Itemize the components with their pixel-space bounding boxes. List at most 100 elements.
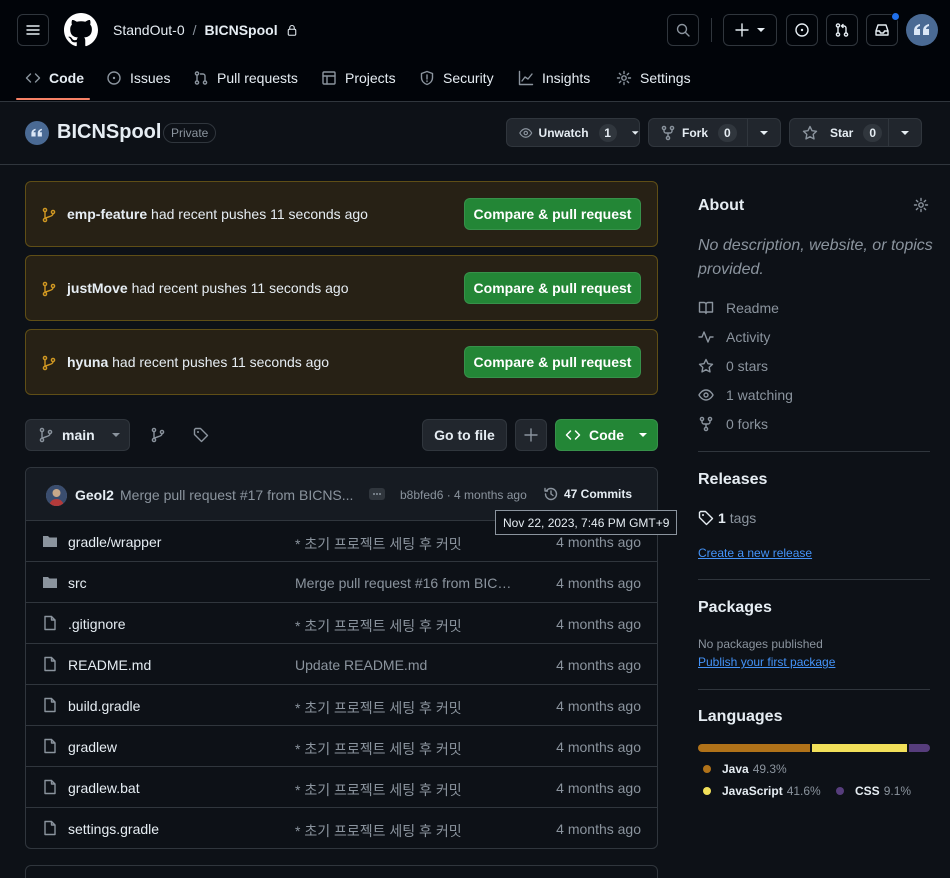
file-name[interactable]: gradle/wrapper	[68, 534, 161, 550]
avatar-quote-icon	[31, 128, 42, 137]
releases-heading[interactable]: Releases	[698, 471, 767, 489]
forks-link[interactable]: 0 forks	[698, 416, 768, 432]
commit-sha-time[interactable]: b8bfed6 · 4 months ago	[400, 488, 527, 502]
file-commit-message[interactable]: * 초기 프로젝트 세팅 후 커밋	[295, 780, 462, 800]
menu-button[interactable]	[17, 14, 49, 46]
file-icon	[44, 820, 56, 836]
fork-dropdown[interactable]	[748, 119, 780, 146]
caret-down-icon	[631, 130, 639, 135]
table-row[interactable]: src Merge pull request #16 from BICNS...…	[26, 562, 657, 603]
compare-pull-request-button[interactable]: Compare & pull request	[464, 272, 641, 304]
file-icon	[44, 779, 56, 795]
file-name[interactable]: src	[68, 575, 87, 591]
create-release-link[interactable]: Create a new release	[698, 546, 812, 560]
table-row[interactable]: gradlew * 초기 프로젝트 세팅 후 커밋 4 months ago	[26, 726, 657, 767]
tab-security[interactable]: Security	[419, 62, 494, 94]
tags-button[interactable]	[185, 419, 217, 451]
caret-down-icon	[760, 130, 768, 135]
global-header: StandOut-0 / BICNSpool Code Issues Pull …	[0, 0, 950, 102]
sidebar-divider	[698, 579, 930, 580]
file-date: 4 months ago	[556, 698, 641, 714]
file-name[interactable]: README.md	[68, 657, 151, 673]
pull-requests-button[interactable]	[826, 14, 858, 46]
file-commit-message[interactable]: Merge pull request #16 from BICNS...	[295, 575, 521, 591]
caret-down-icon	[901, 130, 909, 135]
commits-history-link[interactable]: 47 Commits	[543, 486, 632, 502]
file-icon	[44, 656, 56, 672]
tab-pull-requests[interactable]: Pull requests	[193, 62, 298, 94]
star-icon	[802, 125, 818, 140]
file-commit-message[interactable]: * 초기 프로젝트 세팅 후 커밋	[295, 698, 462, 718]
file-commit-message[interactable]: * 초기 프로젝트 세팅 후 커밋	[295, 739, 462, 759]
readme-box	[25, 865, 658, 878]
branch-name[interactable]: justMove	[67, 280, 128, 296]
watching-link[interactable]: 1 watching	[698, 387, 793, 403]
eye-icon	[519, 127, 533, 138]
language-bar-segment	[909, 744, 930, 752]
packages-heading[interactable]: Packages	[698, 599, 772, 617]
branch-selector[interactable]: main	[25, 419, 130, 451]
issues-button[interactable]	[786, 14, 818, 46]
stars-link[interactable]: 0 stars	[698, 358, 768, 374]
table-row[interactable]: .gitignore * 초기 프로젝트 세팅 후 커밋 4 months ag…	[26, 603, 657, 644]
language-percent: 41.6%	[786, 784, 821, 798]
file-name[interactable]: gradlew	[68, 739, 117, 755]
unwatch-label: Unwatch	[538, 125, 589, 140]
file-date: 4 months ago	[556, 534, 641, 550]
user-avatar[interactable]	[906, 14, 938, 46]
file-name[interactable]: settings.gradle	[68, 821, 159, 837]
owner-link[interactable]: StandOut-0	[113, 22, 185, 38]
file-commit-message[interactable]: * 초기 프로젝트 세팅 후 커밋	[295, 821, 462, 841]
file-name[interactable]: build.gradle	[68, 698, 140, 714]
commit-message[interactable]: Merge pull request #17 from BICNS...	[120, 487, 353, 503]
commit-author[interactable]: Geol2	[75, 487, 114, 503]
language-item[interactable]: JavaScript 41.6%	[703, 784, 821, 798]
branches-button[interactable]	[142, 419, 174, 451]
add-file-button[interactable]	[515, 419, 547, 451]
branch-name[interactable]: emp-feature	[67, 206, 147, 222]
compare-pull-request-button[interactable]: Compare & pull request	[464, 346, 641, 378]
table-row[interactable]: build.gradle * 초기 프로젝트 세팅 후 커밋 4 months …	[26, 685, 657, 726]
repo-link[interactable]: BICNSpool	[205, 22, 278, 38]
language-item[interactable]: CSS 9.1%	[836, 784, 911, 798]
tab-issues[interactable]: Issues	[106, 62, 170, 94]
star-dropdown[interactable]	[889, 119, 921, 146]
repo-title[interactable]: BICNSpool	[57, 121, 161, 144]
github-logo[interactable]	[64, 13, 98, 47]
tab-insights[interactable]: Insights	[518, 62, 590, 94]
file-commit-message[interactable]: * 초기 프로젝트 세팅 후 커밋	[295, 616, 462, 636]
repo-head-divider	[0, 164, 950, 165]
activity-link[interactable]: Activity	[698, 329, 770, 345]
create-new-button[interactable]	[723, 14, 777, 46]
tags-link[interactable]: 1 tags	[698, 510, 756, 526]
repo-forked-icon	[699, 416, 713, 432]
code-dropdown-button[interactable]: Code	[555, 419, 658, 451]
expand-commit-button[interactable]	[369, 488, 385, 500]
repo-owner-avatar[interactable]	[25, 121, 49, 145]
file-name[interactable]: gradlew.bat	[68, 780, 140, 796]
publish-package-link[interactable]: Publish your first package	[698, 655, 835, 669]
file-commit-message[interactable]: Update README.md	[295, 657, 427, 673]
tab-label: Pull requests	[217, 70, 298, 86]
unwatch-button[interactable]: Unwatch 1	[506, 118, 640, 147]
go-to-file-button[interactable]: Go to file	[422, 419, 507, 451]
compare-pull-request-button[interactable]: Compare & pull request	[464, 198, 641, 230]
table-row[interactable]: gradlew.bat * 초기 프로젝트 세팅 후 커밋 4 months a…	[26, 767, 657, 808]
tab-code[interactable]: Code	[25, 62, 84, 94]
branch-name[interactable]: hyuna	[67, 354, 108, 370]
tab-settings[interactable]: Settings	[616, 62, 691, 94]
table-row[interactable]: README.md Update README.md 4 months ago	[26, 644, 657, 685]
folder-icon	[43, 536, 57, 547]
readme-link[interactable]: Readme	[698, 300, 779, 316]
file-commit-message[interactable]: * 초기 프로젝트 세팅 후 커밋	[295, 534, 462, 554]
edit-about-button[interactable]	[913, 197, 929, 213]
search-button[interactable]	[667, 14, 699, 46]
tab-projects[interactable]: Projects	[321, 62, 396, 94]
push-message: emp-feature had recent pushes 11 seconds…	[67, 206, 368, 222]
file-name[interactable]: .gitignore	[68, 616, 126, 632]
caret-down-icon	[757, 28, 765, 32]
language-percent: 9.1%	[883, 784, 912, 798]
language-item[interactable]: Java 49.3%	[703, 762, 787, 776]
commit-author-avatar[interactable]	[46, 485, 67, 506]
table-row[interactable]: settings.gradle * 초기 프로젝트 세팅 후 커밋 4 mont…	[26, 808, 657, 848]
